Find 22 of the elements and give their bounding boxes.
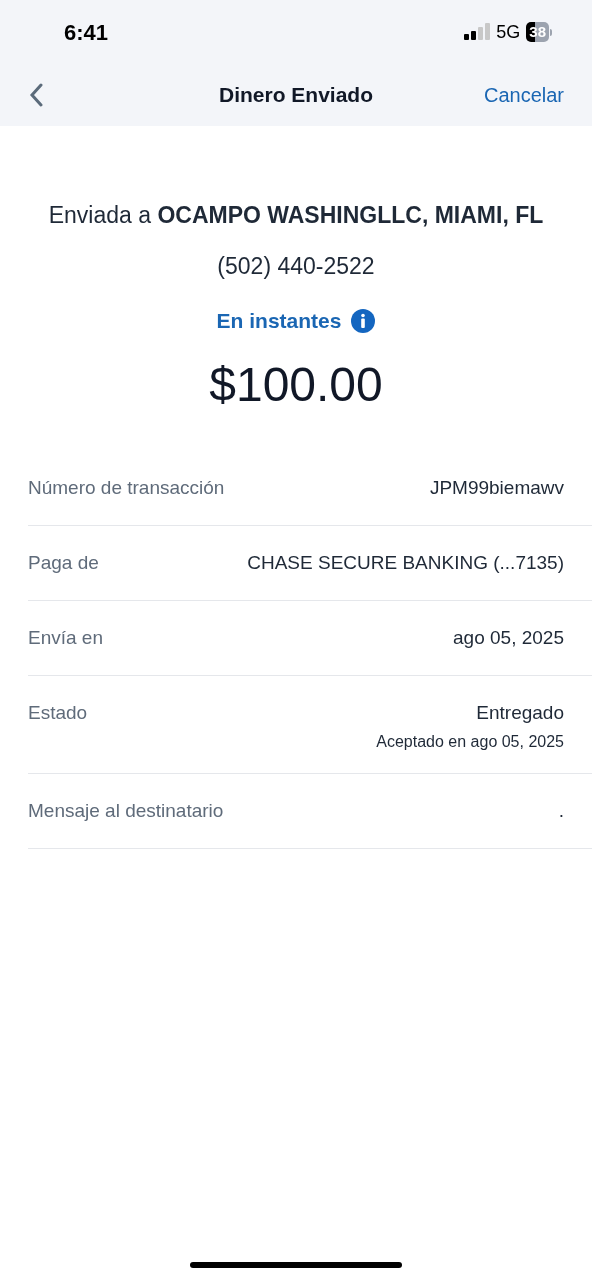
detail-value: .: [558, 798, 564, 823]
signal-icon: [464, 23, 491, 41]
detail-note: Aceptado en ago 05, 2025: [376, 731, 564, 752]
detail-label: Número de transacción: [28, 475, 225, 500]
detail-label: Mensaje al destinatario: [28, 798, 224, 823]
back-icon[interactable]: [28, 83, 44, 107]
status-time: 6:41: [64, 18, 109, 47]
detail-label: Paga de: [28, 550, 99, 575]
cancel-link[interactable]: Cancelar: [483, 80, 564, 110]
detail-value: JPM99biemawv: [429, 475, 564, 500]
detail-value: ago 05, 2025: [453, 625, 564, 650]
detail-label: Envía en: [28, 625, 103, 650]
info-icon[interactable]: [351, 308, 376, 333]
recipient-text: Enviada a OCAMPO WASHINGLLC, MIAMI, FL: [48, 201, 544, 230]
detail-value: Entregado: [476, 700, 564, 725]
amount-text: $100.00: [209, 356, 383, 413]
recipient-phone: (502) 440-2522: [217, 252, 375, 281]
detail-label: Estado: [28, 700, 88, 725]
network-label: 5G: [496, 20, 521, 44]
screen-title: Dinero Enviado: [219, 82, 373, 109]
detail-value: CHASE SECURE BANKING (...7135): [247, 550, 564, 575]
delivery-speed-link[interactable]: En instantes: [216, 305, 342, 337]
